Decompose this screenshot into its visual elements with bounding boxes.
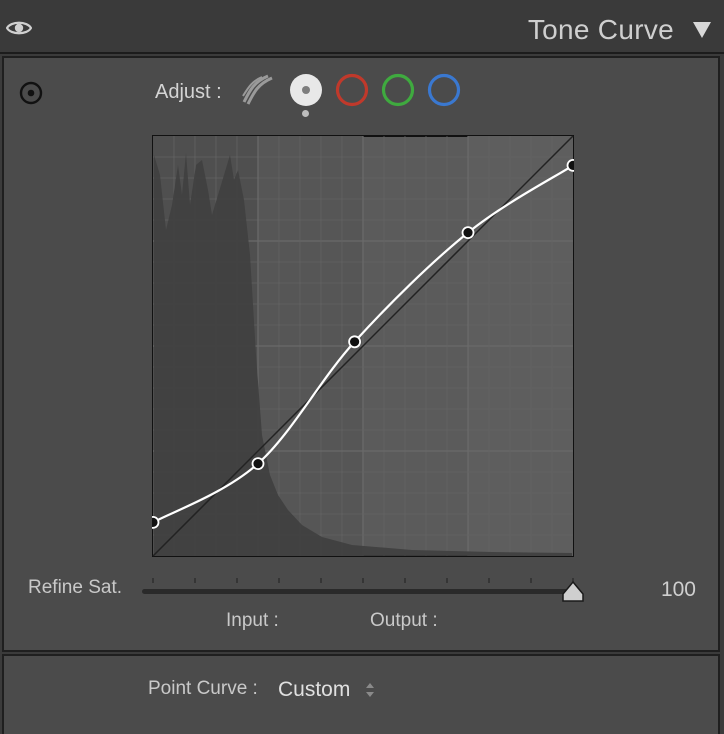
adjust-label: Adjust : <box>155 81 222 103</box>
curve-control-point[interactable] <box>566 159 575 172</box>
tone-curve-graph[interactable] <box>152 135 574 557</box>
point-curve-select[interactable]: Custom <box>278 676 376 704</box>
point-curve-label: Point Curve : <box>148 678 258 699</box>
curve-control-point[interactable] <box>461 226 475 239</box>
slider-thumb[interactable] <box>562 580 584 602</box>
input-label: Input : <box>226 610 279 631</box>
refine-sat-label: Refine Sat. <box>28 577 122 598</box>
panel-header[interactable]: Tone Curve <box>0 0 724 54</box>
curve-control-point[interactable] <box>251 457 265 471</box>
curve-control-point[interactable] <box>348 335 362 349</box>
refine-sat-slider[interactable] <box>140 574 586 608</box>
slider-track <box>142 589 574 594</box>
parametric-curve-icon[interactable] <box>240 72 276 108</box>
curve-control-point[interactable] <box>152 516 160 529</box>
target-adjust-icon[interactable] <box>18 80 44 106</box>
eye-icon[interactable] <box>6 18 32 38</box>
green-channel-icon[interactable] <box>380 72 416 108</box>
red-channel-icon[interactable] <box>334 72 370 108</box>
blue-channel-icon[interactable] <box>426 72 462 108</box>
output-label: Output : <box>370 610 438 631</box>
point-curve-rgb-icon[interactable] <box>288 72 324 108</box>
slider-ticks <box>152 578 574 583</box>
up-down-arrows-icon <box>366 683 375 697</box>
selected-channel-indicator <box>302 110 309 117</box>
point-curve-value: Custom <box>278 678 351 701</box>
panel-title: Tone Curve <box>527 14 674 45</box>
collapse-triangle-icon[interactable] <box>692 21 712 39</box>
refine-sat-value: 100 <box>660 578 696 601</box>
